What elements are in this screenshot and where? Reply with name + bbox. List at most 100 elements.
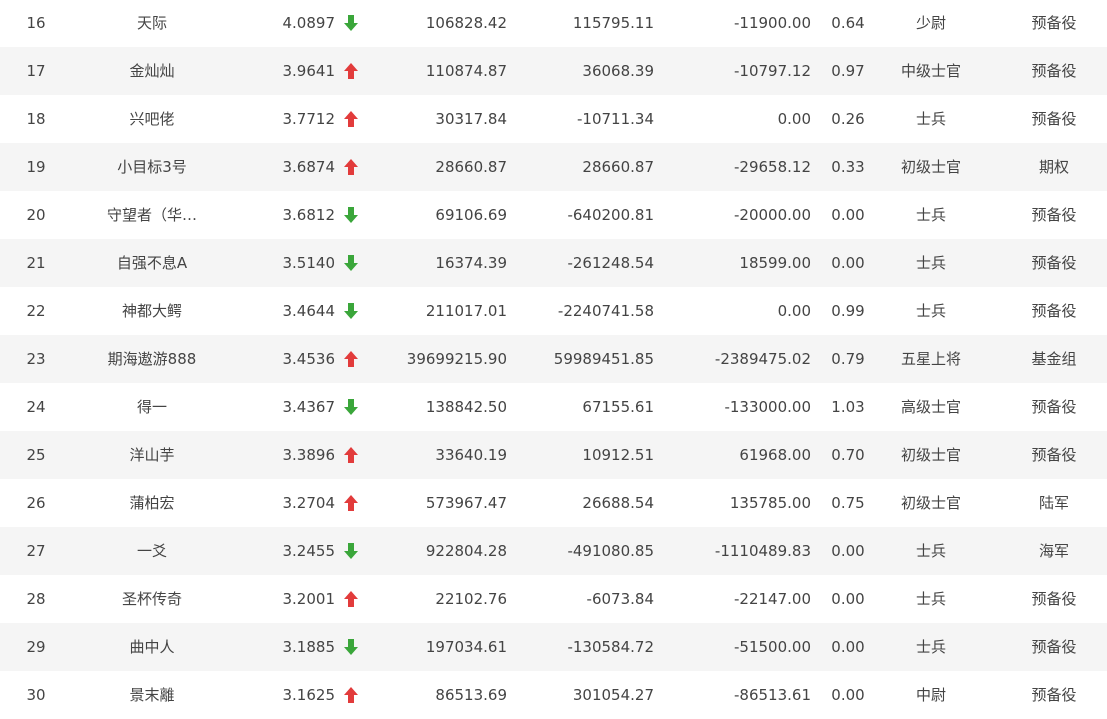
value-cell-2: 115795.11	[572, 14, 654, 32]
table-row[interactable]: 28 圣杯传奇 3.2001 22102.76 -6073.84 -22147.00 0.0…	[0, 575, 1107, 623]
trader-name-link[interactable]: 守望者（华…	[92, 191, 212, 239]
rank-cell: 26	[26, 494, 46, 512]
trader-name-link[interactable]: 景末離	[92, 671, 212, 719]
table-row[interactable]: 17 金灿灿 3.9641 110874.87 36068.39 -10797.12 0.9…	[0, 47, 1107, 95]
group-cell: 预备役	[1031, 638, 1077, 656]
value-cell-3: 18599.00	[739, 254, 811, 272]
rank-title-cell: 士兵	[915, 638, 946, 656]
table-row[interactable]: 29 曲中人 3.1885 197034.61 -130584.72 -51500.00 0…	[0, 623, 1107, 671]
trader-name-link[interactable]: 神都大鳄	[92, 287, 212, 335]
score-cell: 3.1625	[282, 686, 336, 704]
value-cell-1: 33640.19	[435, 446, 507, 464]
table-row[interactable]: 25 洋山芋 3.3896 33640.19 10912.51 61968.00 0.70 初…	[0, 431, 1107, 479]
value-cell-3: 135785.00	[729, 494, 811, 512]
rank-cell: 16	[26, 14, 46, 32]
arrow-up-icon	[344, 111, 358, 127]
value-cell-2: -640200.81	[567, 206, 654, 224]
trader-name-link[interactable]: 兴吧佬	[92, 95, 212, 143]
trader-name-link[interactable]: 天际	[92, 0, 212, 47]
table-row[interactable]: 27 一爻 3.2455 922804.28 -491080.85 -1110489.83…	[0, 527, 1107, 575]
ratio-cell: 1.03	[831, 398, 865, 416]
rank-title-cell: 初级士官	[900, 494, 961, 512]
table-row[interactable]: 16 天际 4.0897 106828.42 115795.11 -11900.00 0.6…	[0, 0, 1107, 47]
trend-cell	[344, 95, 360, 143]
trend-cell	[344, 143, 360, 191]
table-row[interactable]: 18 兴吧佬 3.7712 30317.84 -10711.34 0.00 0.26 士兵 预备…	[0, 95, 1107, 143]
value-cell-1: 197034.61	[425, 638, 507, 656]
trader-name-link[interactable]: 圣杯传奇	[92, 575, 212, 623]
value-cell-1: 30317.84	[435, 110, 507, 128]
trader-name-link[interactable]: 金灿灿	[92, 47, 212, 95]
group-cell: 陆军	[1038, 494, 1069, 512]
group-cell: 预备役	[1031, 590, 1077, 608]
score-cell: 3.2704	[282, 494, 336, 512]
table-row[interactable]: 19 小目标3号 3.6874 28660.87 28660.87 -29658.12 0.…	[0, 143, 1107, 191]
value-cell-1: 39699215.90	[406, 350, 507, 368]
value-cell-2: -491080.85	[567, 542, 654, 560]
trend-cell	[344, 239, 360, 287]
score-cell: 3.6874	[282, 158, 336, 176]
trader-name-link[interactable]: 得一	[92, 383, 212, 431]
value-cell-1: 138842.50	[425, 398, 507, 416]
trader-name-link[interactable]: 一爻	[92, 527, 212, 575]
value-cell-2: -10711.34	[577, 110, 654, 128]
arrow-up-icon	[344, 447, 358, 463]
rank-title-cell: 士兵	[915, 302, 946, 320]
trend-cell	[344, 431, 360, 479]
table-row[interactable]: 22 神都大鳄 3.4644 211017.01 -2240741.58 0.00 0.99…	[0, 287, 1107, 335]
arrow-down-icon	[344, 15, 358, 31]
group-cell: 预备役	[1031, 686, 1077, 704]
value-cell-1: 922804.28	[425, 542, 507, 560]
rank-title-cell: 士兵	[915, 254, 946, 272]
trend-cell	[344, 671, 360, 719]
trend-cell	[344, 47, 360, 95]
arrow-up-icon	[344, 63, 358, 79]
rank-cell: 22	[26, 302, 46, 320]
value-cell-1: 110874.87	[425, 62, 507, 80]
trader-name-link[interactable]: 蒲柏宏	[92, 479, 212, 527]
group-cell: 期权	[1038, 158, 1069, 176]
score-cell: 3.4644	[282, 302, 336, 320]
trend-cell	[344, 575, 360, 623]
value-cell-3: -1110489.83	[714, 542, 811, 560]
ratio-cell: 0.75	[831, 494, 865, 512]
arrow-down-icon	[344, 207, 358, 223]
value-cell-2: 67155.61	[582, 398, 654, 416]
trader-name-link[interactable]: 小目标3号	[92, 143, 212, 191]
ratio-cell: 0.64	[831, 14, 865, 32]
rank-cell: 19	[26, 158, 46, 176]
value-cell-1: 106828.42	[425, 14, 507, 32]
group-cell: 预备役	[1031, 206, 1077, 224]
trader-name-link[interactable]: 期海遨游888	[92, 335, 212, 383]
table-row[interactable]: 21 自强不息A 3.5140 16374.39 -261248.54 18599.00 0…	[0, 239, 1107, 287]
table-row[interactable]: 23 期海遨游888 3.4536 39699215.90 59989451.85 -23…	[0, 335, 1107, 383]
rank-cell: 21	[26, 254, 46, 272]
arrow-down-icon	[344, 639, 358, 655]
trend-cell	[344, 287, 360, 335]
value-cell-2: 36068.39	[582, 62, 654, 80]
group-cell: 基金组	[1031, 350, 1077, 368]
table-row[interactable]: 24 得一 3.4367 138842.50 67155.61 -133000.00 1.0…	[0, 383, 1107, 431]
trader-name-link[interactable]: 曲中人	[92, 623, 212, 671]
value-cell-3: -51500.00	[734, 638, 811, 656]
rank-cell: 25	[26, 446, 46, 464]
table-row[interactable]: 26 蒲柏宏 3.2704 573967.47 26688.54 135785.00 0.7…	[0, 479, 1107, 527]
rank-title-cell: 中尉	[915, 686, 946, 704]
table-row[interactable]: 20 守望者（华… 3.6812 69106.69 -640200.81 -20000.0…	[0, 191, 1107, 239]
value-cell-3: -10797.12	[734, 62, 811, 80]
value-cell-3: 0.00	[777, 302, 811, 320]
value-cell-3: -133000.00	[724, 398, 811, 416]
value-cell-3: -22147.00	[734, 590, 811, 608]
trader-name-link[interactable]: 洋山芋	[92, 431, 212, 479]
ranking-table: 16 天际 4.0897 106828.42 115795.11 -11900.00 0.6…	[0, 0, 1107, 719]
table-row[interactable]: 30 景末離 3.1625 86513.69 301054.27 -86513.61 0.0…	[0, 671, 1107, 719]
trader-name-link[interactable]: 自强不息A	[92, 239, 212, 287]
value-cell-2: -261248.54	[567, 254, 654, 272]
value-cell-1: 28660.87	[435, 158, 507, 176]
arrow-up-icon	[344, 591, 358, 607]
group-cell: 预备役	[1031, 446, 1077, 464]
trend-cell	[344, 191, 360, 239]
value-cell-2: 26688.54	[582, 494, 654, 512]
rank-cell: 24	[26, 398, 46, 416]
rank-cell: 30	[26, 686, 46, 704]
